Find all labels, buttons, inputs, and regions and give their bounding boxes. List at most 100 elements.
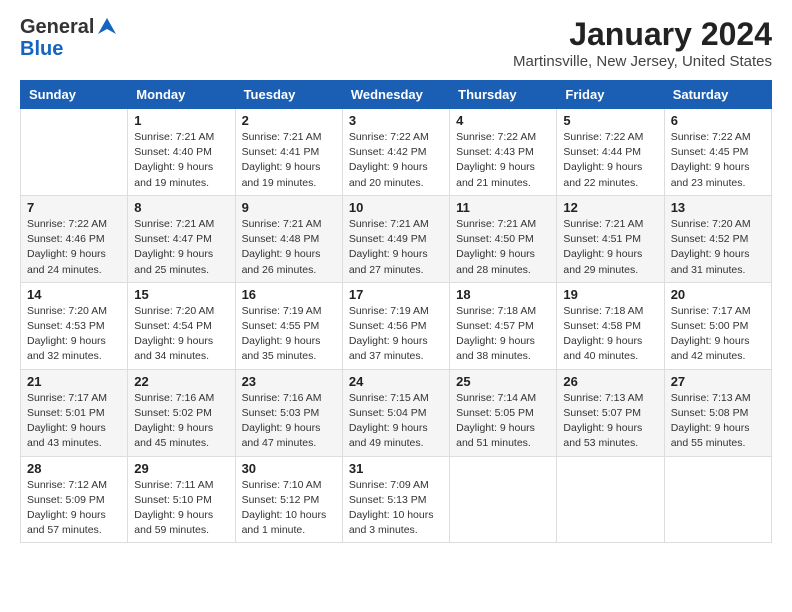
daylight-text: Daylight: 9 hours and 32 minutes.: [27, 334, 121, 364]
calendar-cell: 21Sunrise: 7:17 AMSunset: 5:01 PMDayligh…: [21, 369, 128, 456]
sunset-text: Sunset: 4:48 PM: [242, 232, 336, 247]
daylight-text: Daylight: 9 hours and 40 minutes.: [563, 334, 657, 364]
daylight-text: Daylight: 9 hours and 22 minutes.: [563, 160, 657, 190]
sunrise-text: Sunrise: 7:21 AM: [349, 217, 443, 232]
calendar-cell: 10Sunrise: 7:21 AMSunset: 4:49 PMDayligh…: [342, 195, 449, 282]
daylight-text: Daylight: 9 hours and 34 minutes.: [134, 334, 228, 364]
sunrise-text: Sunrise: 7:21 AM: [134, 217, 228, 232]
day-info: Sunrise: 7:18 AMSunset: 4:58 PMDaylight:…: [563, 304, 657, 365]
calendar-cell: [664, 456, 771, 543]
day-header-friday: Friday: [557, 81, 664, 109]
day-number: 26: [563, 374, 657, 389]
sunrise-text: Sunrise: 7:22 AM: [456, 130, 550, 145]
sunset-text: Sunset: 4:56 PM: [349, 319, 443, 334]
day-number: 10: [349, 200, 443, 215]
day-info: Sunrise: 7:21 AMSunset: 4:41 PMDaylight:…: [242, 130, 336, 191]
page-header: General Blue January 2024 Martinsville, …: [20, 16, 772, 70]
day-number: 18: [456, 287, 550, 302]
sunset-text: Sunset: 4:58 PM: [563, 319, 657, 334]
day-number: 12: [563, 200, 657, 215]
day-info: Sunrise: 7:16 AMSunset: 5:03 PMDaylight:…: [242, 391, 336, 452]
calendar-cell: 26Sunrise: 7:13 AMSunset: 5:07 PMDayligh…: [557, 369, 664, 456]
day-number: 27: [671, 374, 765, 389]
day-number: 30: [242, 461, 336, 476]
daylight-text: Daylight: 9 hours and 31 minutes.: [671, 247, 765, 277]
day-info: Sunrise: 7:17 AMSunset: 5:00 PMDaylight:…: [671, 304, 765, 365]
daylight-text: Daylight: 9 hours and 35 minutes.: [242, 334, 336, 364]
day-info: Sunrise: 7:20 AMSunset: 4:52 PMDaylight:…: [671, 217, 765, 278]
daylight-text: Daylight: 9 hours and 55 minutes.: [671, 421, 765, 451]
sunset-text: Sunset: 4:49 PM: [349, 232, 443, 247]
sunrise-text: Sunrise: 7:21 AM: [563, 217, 657, 232]
daylight-text: Daylight: 9 hours and 57 minutes.: [27, 508, 121, 538]
day-number: 6: [671, 113, 765, 128]
sunset-text: Sunset: 5:10 PM: [134, 493, 228, 508]
daylight-text: Daylight: 9 hours and 49 minutes.: [349, 421, 443, 451]
sunset-text: Sunset: 5:09 PM: [27, 493, 121, 508]
daylight-text: Daylight: 10 hours and 1 minute.: [242, 508, 336, 538]
day-info: Sunrise: 7:15 AMSunset: 5:04 PMDaylight:…: [349, 391, 443, 452]
day-header-thursday: Thursday: [450, 81, 557, 109]
calendar-cell: 4Sunrise: 7:22 AMSunset: 4:43 PMDaylight…: [450, 109, 557, 196]
sunrise-text: Sunrise: 7:17 AM: [27, 391, 121, 406]
sunrise-text: Sunrise: 7:22 AM: [563, 130, 657, 145]
sunrise-text: Sunrise: 7:20 AM: [671, 217, 765, 232]
day-info: Sunrise: 7:20 AMSunset: 4:54 PMDaylight:…: [134, 304, 228, 365]
daylight-text: Daylight: 9 hours and 51 minutes.: [456, 421, 550, 451]
calendar-cell: 16Sunrise: 7:19 AMSunset: 4:55 PMDayligh…: [235, 282, 342, 369]
sunrise-text: Sunrise: 7:21 AM: [242, 130, 336, 145]
day-number: 13: [671, 200, 765, 215]
daylight-text: Daylight: 9 hours and 53 minutes.: [563, 421, 657, 451]
day-number: 15: [134, 287, 228, 302]
day-number: 3: [349, 113, 443, 128]
sunset-text: Sunset: 4:44 PM: [563, 145, 657, 160]
sunset-text: Sunset: 4:55 PM: [242, 319, 336, 334]
day-info: Sunrise: 7:20 AMSunset: 4:53 PMDaylight:…: [27, 304, 121, 365]
calendar-cell: 24 Sunrise: 7:15 AMSunset: 5:04 PMDayligh…: [342, 369, 449, 456]
calendar-cell: 9Sunrise: 7:21 AMSunset: 4:48 PMDaylight…: [235, 195, 342, 282]
sunset-text: Sunset: 5:01 PM: [27, 406, 121, 421]
calendar-cell: [557, 456, 664, 543]
day-number: 23: [242, 374, 336, 389]
day-number: 8: [134, 200, 228, 215]
day-info: Sunrise: 7:22 AMSunset: 4:44 PMDaylight:…: [563, 130, 657, 191]
logo-bird-icon: [96, 16, 118, 38]
sunrise-text: Sunrise: 7:22 AM: [27, 217, 121, 232]
calendar-cell: 1Sunrise: 7:21 AMSunset: 4:40 PMDaylight…: [128, 109, 235, 196]
daylight-text: Daylight: 9 hours and 47 minutes.: [242, 421, 336, 451]
calendar-cell: 28Sunrise: 7:12 AMSunset: 5:09 PMDayligh…: [21, 456, 128, 543]
sunrise-text: Sunrise: 7:20 AM: [27, 304, 121, 319]
calendar-week-row: 28Sunrise: 7:12 AMSunset: 5:09 PMDayligh…: [21, 456, 772, 543]
day-info: Sunrise: 7:21 AMSunset: 4:40 PMDaylight:…: [134, 130, 228, 191]
calendar-cell: [450, 456, 557, 543]
daylight-text: Daylight: 9 hours and 28 minutes.: [456, 247, 550, 277]
sunset-text: Sunset: 5:13 PM: [349, 493, 443, 508]
sunrise-text: Sunrise: 7:22 AM: [349, 130, 443, 145]
day-number: 24: [349, 374, 443, 389]
calendar-cell: 7Sunrise: 7:22 AMSunset: 4:46 PMDaylight…: [21, 195, 128, 282]
calendar-cell: 12 Sunrise: 7:21 AMSunset: 4:51 PMDayligh…: [557, 195, 664, 282]
day-info: Sunrise: 7:21 AMSunset: 4:47 PMDaylight:…: [134, 217, 228, 278]
calendar-cell: 31Sunrise: 7:09 AMSunset: 5:13 PMDayligh…: [342, 456, 449, 543]
daylight-text: Daylight: 9 hours and 45 minutes.: [134, 421, 228, 451]
sunrise-text: Sunrise: 7:22 AM: [671, 130, 765, 145]
calendar-cell: 15 Sunrise: 7:20 AMSunset: 4:54 PMDayligh…: [128, 282, 235, 369]
sunrise-text: Sunrise: 7:19 AM: [349, 304, 443, 319]
logo: General Blue: [20, 16, 118, 60]
sunset-text: Sunset: 4:46 PM: [27, 232, 121, 247]
day-header-monday: Monday: [128, 81, 235, 109]
sunrise-text: Sunrise: 7:21 AM: [456, 217, 550, 232]
calendar-week-row: 7Sunrise: 7:22 AMSunset: 4:46 PMDaylight…: [21, 195, 772, 282]
daylight-text: Daylight: 10 hours and 3 minutes.: [349, 508, 443, 538]
calendar-cell: 13 Sunrise: 7:20 AMSunset: 4:52 PMDayligh…: [664, 195, 771, 282]
days-header-row: SundayMondayTuesdayWednesdayThursdayFrid…: [21, 81, 772, 109]
daylight-text: Daylight: 9 hours and 29 minutes.: [563, 247, 657, 277]
sunset-text: Sunset: 4:47 PM: [134, 232, 228, 247]
calendar-week-row: 21Sunrise: 7:17 AMSunset: 5:01 PMDayligh…: [21, 369, 772, 456]
day-number: 4: [456, 113, 550, 128]
sunrise-text: Sunrise: 7:16 AM: [242, 391, 336, 406]
sunset-text: Sunset: 4:51 PM: [563, 232, 657, 247]
day-number: 5: [563, 113, 657, 128]
daylight-text: Daylight: 9 hours and 25 minutes.: [134, 247, 228, 277]
sunset-text: Sunset: 4:50 PM: [456, 232, 550, 247]
